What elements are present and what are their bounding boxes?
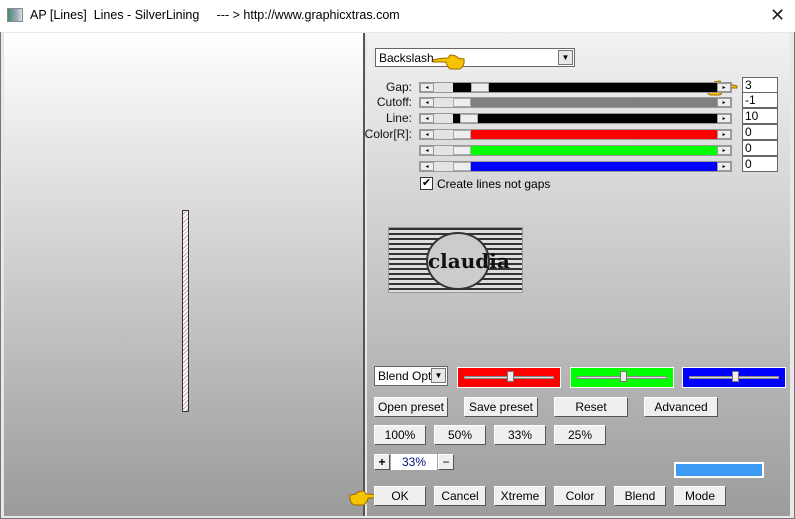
pointing-hand-icon (432, 54, 465, 70)
slider-thumb[interactable] (453, 98, 471, 107)
arrow-right-icon[interactable]: ▸ (717, 146, 731, 155)
color-swatch[interactable] (674, 462, 764, 478)
slider-track[interactable]: ◂ ▸ (419, 113, 732, 124)
slider-value-field[interactable]: -1 (742, 92, 778, 108)
create-lines-label: Create lines not gaps (437, 177, 551, 191)
mode-button[interactable]: Mode (674, 486, 726, 506)
slider-fill (453, 130, 717, 139)
slider-track[interactable]: ◂ ▸ (419, 145, 732, 156)
slider-track[interactable]: ◂ ▸ (419, 161, 732, 172)
chevron-down-icon[interactable]: ▼ (431, 368, 446, 383)
slider-fill (453, 162, 717, 171)
50--button[interactable]: 50% (434, 425, 486, 445)
preset-dropdown[interactable]: Backslash ▼ (375, 48, 575, 67)
slider-value-field[interactable]: 0 (742, 140, 778, 156)
slider-label: Gap: (385, 80, 412, 94)
100--button[interactable]: 100% (374, 425, 426, 445)
close-button[interactable]: ✕ (770, 5, 785, 26)
slider-thumb[interactable] (506, 371, 514, 382)
slider-label: Color[R]: (364, 127, 412, 141)
slider-label: Line: (385, 111, 412, 125)
color-button[interactable]: Color (554, 486, 606, 506)
arrow-right-icon[interactable]: ▸ (717, 130, 731, 139)
slider-track[interactable]: ◂ ▸ (419, 129, 732, 140)
slider-value-field[interactable]: 10 (742, 108, 778, 124)
slider-value-field[interactable]: 0 (742, 156, 778, 172)
zoom-out-button[interactable]: − (438, 454, 454, 470)
cancel-button[interactable]: Cancel (434, 486, 486, 506)
logo-text: claudia (426, 232, 510, 290)
25--button[interactable]: 25% (554, 425, 606, 445)
slider-thumb[interactable] (460, 114, 478, 123)
33--button[interactable]: 33% (494, 425, 546, 445)
window-title: AP [Lines] Lines - SilverLining --- > ht… (30, 8, 400, 22)
arrow-left-icon[interactable]: ◂ (420, 146, 434, 155)
slider-thumb[interactable] (453, 146, 471, 155)
slider-track[interactable]: ◂ ▸ (419, 97, 732, 108)
slider-fill (453, 83, 717, 92)
slider-fill (453, 114, 717, 123)
preview-pane (4, 33, 365, 516)
title-bar: AP [Lines] Lines - SilverLining --- > ht… (0, 0, 795, 32)
save-preset-button[interactable]: Save preset (464, 397, 538, 417)
slider-value-field[interactable]: 0 (742, 124, 778, 140)
zoom-in-button[interactable]: + (374, 454, 390, 470)
blend-options-dropdown[interactable]: Blend Optio ▼ (374, 366, 448, 386)
slider-value-field[interactable]: 3 (742, 77, 778, 93)
slider-label: Cutoff: (376, 95, 412, 109)
arrow-right-icon[interactable]: ▸ (717, 162, 731, 171)
arrow-right-icon[interactable]: ▸ (717, 83, 731, 92)
slider-track[interactable]: ◂ ▸ (419, 82, 732, 93)
xtreme-button[interactable]: Xtreme (494, 486, 546, 506)
slider-thumb[interactable] (453, 130, 471, 139)
slider-fill (453, 146, 717, 155)
arrow-left-icon[interactable]: ◂ (420, 130, 434, 139)
blend-button[interactable]: Blend (614, 486, 666, 506)
color-blend-slider[interactable] (570, 367, 674, 388)
slider-thumb[interactable] (453, 162, 471, 171)
reset-button[interactable]: Reset (554, 397, 628, 417)
slider-thumb[interactable] (731, 371, 739, 382)
preset-dropdown-value: Backslash (379, 51, 434, 65)
color-blend-slider[interactable] (457, 367, 561, 388)
arrow-left-icon[interactable]: ◂ (420, 114, 434, 123)
advanced-button[interactable]: Advanced (644, 397, 718, 417)
color-blend-slider[interactable] (682, 367, 786, 388)
zoom-field[interactable]: 33% (391, 454, 437, 470)
arrow-right-icon[interactable]: ▸ (717, 98, 731, 107)
chevron-down-icon[interactable]: ▼ (558, 50, 573, 65)
create-lines-checkbox[interactable]: ✔ (420, 177, 433, 190)
arrow-left-icon[interactable]: ◂ (420, 162, 434, 171)
app-icon (7, 8, 23, 22)
slider-thumb[interactable] (471, 83, 489, 92)
arrow-right-icon[interactable]: ▸ (717, 114, 731, 123)
arrow-left-icon[interactable]: ◂ (420, 98, 434, 107)
arrow-left-icon[interactable]: ◂ (420, 83, 434, 92)
logo-image: claudia (388, 227, 523, 293)
ok-button[interactable]: OK (374, 486, 426, 506)
open-preset-button[interactable]: Open preset (374, 397, 448, 417)
slider-fill (453, 98, 717, 107)
preview-image (182, 210, 189, 412)
slider-thumb[interactable] (619, 371, 627, 382)
